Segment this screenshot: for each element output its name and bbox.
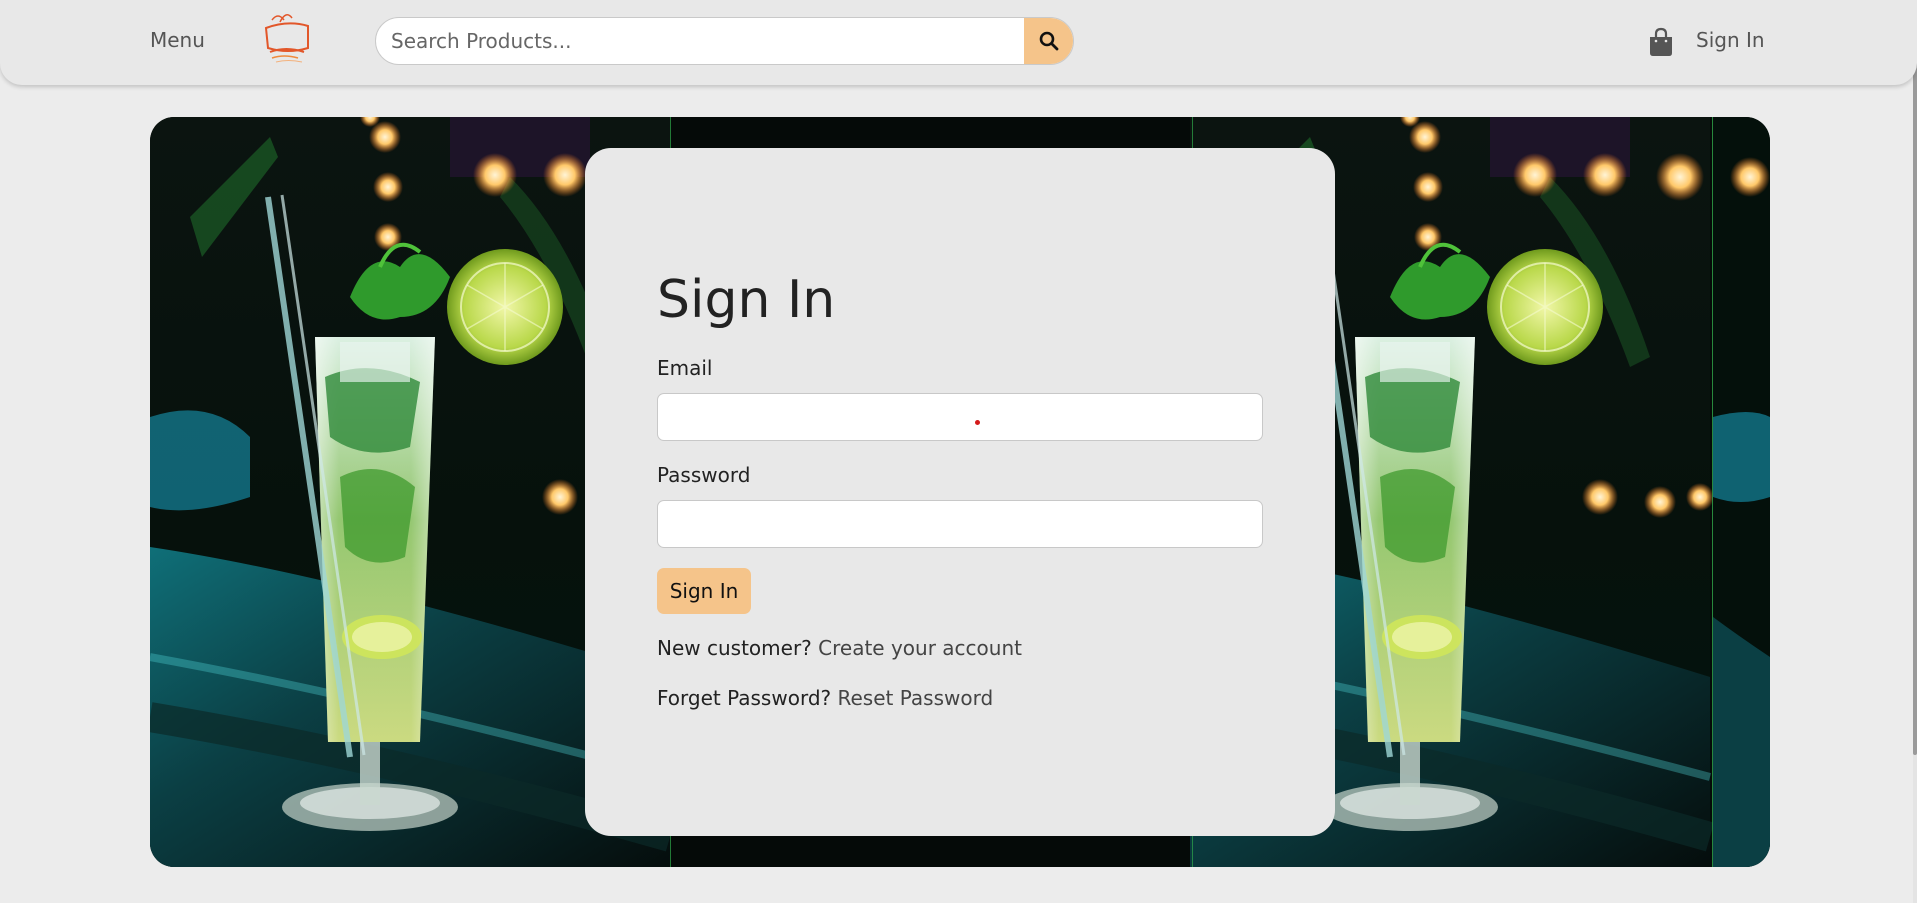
search-bar [375, 17, 1074, 65]
menu-link[interactable]: Menu [150, 28, 205, 52]
page-title: Sign In [657, 270, 836, 330]
create-account-link[interactable]: Create your account [818, 636, 1022, 660]
new-customer-text: New customer? [657, 636, 812, 660]
logo-icon [264, 14, 309, 63]
reset-password-link[interactable]: Reset Password [838, 686, 994, 710]
password-field[interactable] [657, 500, 1263, 548]
header-signin-link[interactable]: Sign In [1696, 28, 1765, 52]
password-label: Password [657, 463, 751, 487]
forgot-password-text: Forget Password? [657, 686, 832, 710]
signin-submit-button[interactable]: Sign In [657, 568, 751, 614]
new-customer-line: New customer? Create your account [657, 636, 1022, 660]
email-field[interactable] [657, 393, 1263, 441]
t-house-logo[interactable] [258, 10, 316, 66]
top-nav-bar: Menu Sign In [0, 0, 1917, 85]
search-icon [1039, 31, 1058, 51]
signin-card: Sign In Email Password Sign In New custo… [585, 148, 1335, 836]
shopping-bag-icon [1650, 27, 1672, 56]
email-label: Email [657, 356, 713, 380]
forgot-password-line: Forget Password? Reset Password [657, 686, 993, 710]
cursor-marker [975, 420, 980, 425]
search-input[interactable] [376, 18, 1024, 64]
scrollbar-thumb[interactable] [1913, 0, 1917, 755]
cart-button[interactable] [1648, 27, 1674, 57]
search-button[interactable] [1024, 18, 1073, 64]
page-scrollbar[interactable] [1913, 0, 1917, 903]
